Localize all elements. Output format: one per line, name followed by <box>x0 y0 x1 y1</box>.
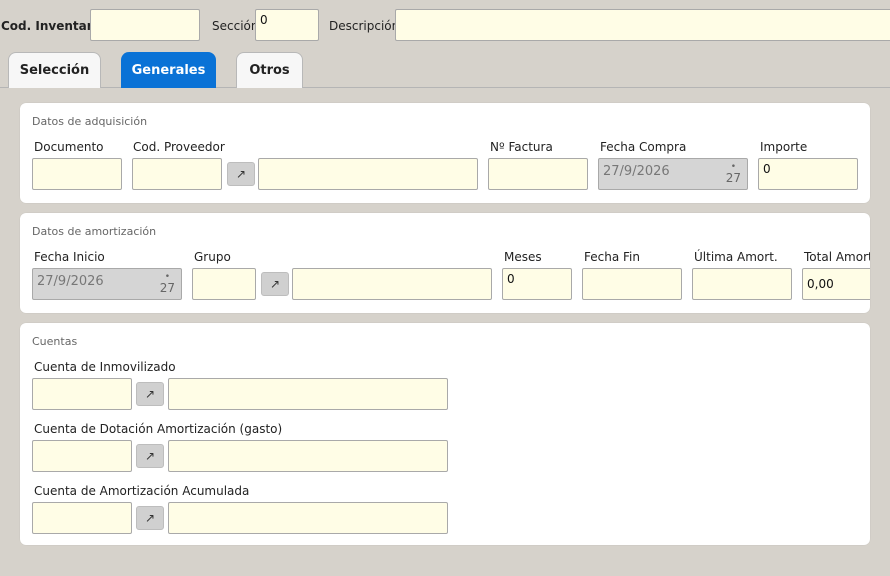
cuenta-inmovilizado-lookup-icon[interactable]: ↗ <box>136 382 164 406</box>
proveedor-name-input[interactable] <box>258 158 478 190</box>
tab-otros[interactable]: Otros <box>236 52 303 88</box>
adquisicion-section: Datos de adquisición Documento Cod. Prov… <box>20 103 870 203</box>
seccion-label: Sección <box>212 19 259 33</box>
calendar-icon[interactable]: • 27 <box>160 273 175 295</box>
total-amortizado-input[interactable]: 0,00 <box>802 268 870 300</box>
tab-generales[interactable]: Generales <box>121 52 216 88</box>
cuenta-acumulada-name-input[interactable] <box>168 502 448 534</box>
grupo-name-input[interactable] <box>292 268 492 300</box>
descripcion-label: Descripción <box>329 19 400 33</box>
cuenta-dotacion-label: Cuenta de Dotación Amortización (gasto) <box>34 422 283 436</box>
factura-label: Nº Factura <box>490 140 553 154</box>
total-amortizado-label: Total Amortiza <box>804 250 870 264</box>
ultima-amort-label: Última Amort. <box>694 250 778 264</box>
documento-input[interactable] <box>32 158 122 190</box>
documento-label: Documento <box>34 140 104 154</box>
fecha-fin-label: Fecha Fin <box>584 250 640 264</box>
fecha-inicio-label: Fecha Inicio <box>34 250 105 264</box>
fecha-compra-value: 27/9/2026 <box>603 164 670 179</box>
cod-inventario-input[interactable] <box>90 9 200 41</box>
fecha-compra-input[interactable]: 27/9/2026 • 27 <box>598 158 748 190</box>
grupo-lookup-icon[interactable]: ↗ <box>261 272 289 296</box>
importe-label: Importe <box>760 140 808 154</box>
meses-input[interactable]: 0 <box>502 268 572 300</box>
descripcion-input[interactable] <box>395 9 890 41</box>
grupo-label: Grupo <box>194 250 231 264</box>
fecha-inicio-input[interactable]: 27/9/2026 • 27 <box>32 268 182 300</box>
cuenta-inmovilizado-label: Cuenta de Inmovilizado <box>34 360 176 374</box>
fecha-fin-input[interactable] <box>582 268 682 300</box>
cuenta-dotacion-code-input[interactable] <box>32 440 132 472</box>
fecha-inicio-value: 27/9/2026 <box>37 274 104 289</box>
calendar-day: 27 <box>159 281 175 295</box>
grupo-code-input[interactable] <box>192 268 256 300</box>
ultima-amort-input[interactable] <box>692 268 792 300</box>
cuenta-dotacion-name-input[interactable] <box>168 440 448 472</box>
amortizacion-section: Datos de amortización Fecha Inicio 27/9/… <box>20 213 870 313</box>
cuentas-section: Cuentas Cuenta de Inmovilizado ↗ Cuenta … <box>20 323 870 545</box>
cuenta-dotacion-lookup-icon[interactable]: ↗ <box>136 444 164 468</box>
amortizacion-title: Datos de amortización <box>32 225 157 238</box>
proveedor-code-input[interactable] <box>132 158 222 190</box>
proveedor-label: Cod. Proveedor <box>133 140 225 154</box>
proveedor-lookup-icon[interactable]: ↗ <box>227 162 255 186</box>
cuenta-inmovilizado-code-input[interactable] <box>32 378 132 410</box>
cuenta-inmovilizado-name-input[interactable] <box>168 378 448 410</box>
cuenta-acumulada-code-input[interactable] <box>32 502 132 534</box>
tab-seleccion[interactable]: Selección <box>8 52 101 88</box>
cuenta-acumulada-label: Cuenta de Amortización Acumulada <box>34 484 250 498</box>
adquisicion-title: Datos de adquisición <box>32 115 148 128</box>
meses-label: Meses <box>504 250 542 264</box>
importe-input[interactable]: 0 <box>758 158 858 190</box>
seccion-input[interactable]: 0 <box>255 9 319 41</box>
calendar-day: 27 <box>725 171 741 185</box>
factura-input[interactable] <box>488 158 588 190</box>
calendar-icon[interactable]: • 27 <box>726 163 741 185</box>
fecha-compra-label: Fecha Compra <box>600 140 687 154</box>
cuentas-title: Cuentas <box>32 335 78 348</box>
cuenta-acumulada-lookup-icon[interactable]: ↗ <box>136 506 164 530</box>
